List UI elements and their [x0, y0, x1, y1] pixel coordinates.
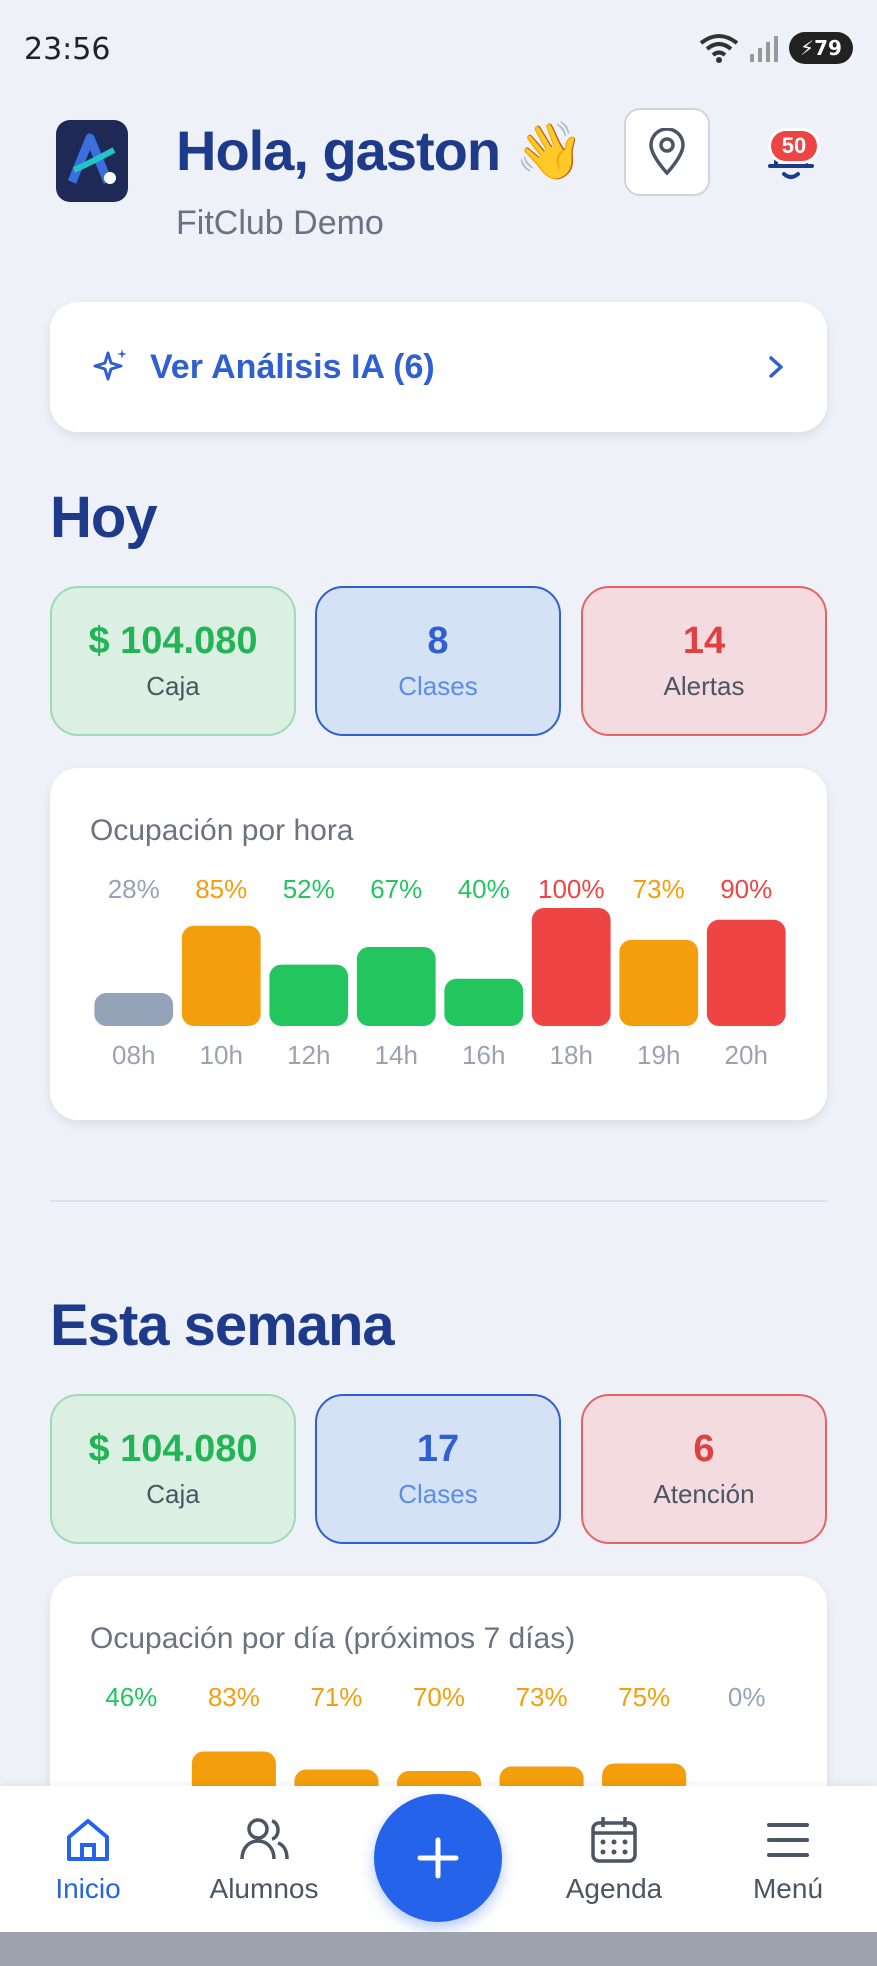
location-pin-icon: [649, 128, 685, 176]
value-label: 67%: [370, 874, 422, 904]
hourly-occupancy-chart: 28% 08h 85% 10h 52% 12h 67% 14h 40% 16h 100% 18h 73%…: [94, 874, 786, 1070]
greeting: Hola, gaston 👋: [176, 118, 585, 184]
category-label: 18h: [550, 1040, 593, 1070]
bar-20h: [706, 919, 786, 1026]
category-label: 10h: [200, 1040, 243, 1070]
today-cash-value: $ 104.080: [88, 620, 258, 662]
category-label: 16h: [462, 1040, 505, 1070]
week-attention-value: 6: [693, 1428, 715, 1470]
value-label: 100%: [538, 874, 605, 904]
category-label: 14h: [375, 1040, 418, 1070]
today-cash-label: Caja: [146, 671, 200, 701]
status-bar: 23:56 ⚡ 79: [0, 0, 877, 100]
value-label: 83%: [208, 1682, 260, 1712]
bar-18h: [531, 908, 611, 1026]
nav-alumnos-label: Alumnos: [209, 1873, 319, 1904]
today-alerts-card[interactable]: 14 Alertas: [581, 586, 827, 736]
week-classes-card[interactable]: 17 Clases: [315, 1394, 561, 1544]
today-classes-label: Clases: [398, 671, 478, 701]
today-cash-card[interactable]: $ 104.080 Caja: [50, 586, 296, 736]
today-alerts-value: 14: [682, 620, 726, 662]
home-icon: [67, 1819, 109, 1861]
wifi-icon: [699, 34, 739, 63]
value-label: 46%: [105, 1682, 157, 1712]
value-label: 70%: [413, 1682, 465, 1712]
value-label: 71%: [310, 1682, 362, 1712]
bar-08h: [94, 992, 174, 1026]
bar-12h: [269, 964, 349, 1026]
week-cash-label: Caja: [146, 1479, 200, 1509]
status-icons: ⚡ 79: [699, 32, 853, 64]
signal-icon: [750, 36, 778, 62]
ai-analysis-label: Ver Análisis IA (6): [150, 347, 435, 386]
section-title-week: Esta semana: [50, 1293, 395, 1358]
nav-menu[interactable]: Menú: [718, 1786, 858, 1932]
value-label: 28%: [108, 874, 160, 904]
week-classes-label: Clases: [398, 1479, 478, 1509]
bar-10h: [181, 925, 261, 1026]
battery-level: 79: [814, 36, 842, 60]
nav-agenda-label: Agenda: [565, 1873, 663, 1904]
bar-16h: [444, 978, 524, 1026]
app-logo[interactable]: [56, 120, 128, 202]
value-label: 73%: [516, 1682, 568, 1712]
week-attention-card[interactable]: 6 Atención: [581, 1394, 827, 1544]
value-label: 0%: [728, 1682, 766, 1712]
value-label: 40%: [458, 874, 510, 904]
battery-indicator: ⚡ 79: [789, 32, 853, 64]
today-classes-card[interactable]: 8 Clases: [315, 586, 561, 736]
plus-icon: [417, 1837, 459, 1879]
bar-19h: [619, 939, 699, 1026]
gym-name: FitClub Demo: [176, 204, 384, 242]
charging-icon: ⚡: [800, 36, 815, 60]
chevron-right-icon: [769, 356, 783, 378]
nav-menu-label: Menú: [752, 1873, 824, 1904]
section-divider: [50, 1200, 827, 1202]
ai-analysis-button[interactable]: Ver Análisis IA (6): [50, 302, 827, 432]
status-time: 23:56: [24, 32, 111, 67]
week-cash-card[interactable]: $ 104.080 Caja: [50, 1394, 296, 1544]
week-attention-label: Atención: [653, 1479, 755, 1509]
calendar-icon: [591, 1817, 637, 1863]
week-classes-value: 17: [416, 1428, 460, 1470]
hourly-occupancy-card: Ocupación por hora 28% 08h 85% 10h 52% 12h 67%…: [50, 768, 827, 1120]
nav-alumnos[interactable]: Alumnos: [194, 1786, 334, 1932]
menu-icon: [767, 1823, 809, 1857]
nav-inicio[interactable]: Inicio: [18, 1786, 158, 1932]
nav-inicio-label: Inicio: [55, 1873, 121, 1904]
category-label: 20h: [725, 1040, 768, 1070]
header: Hola, gaston 👋 FitClub Demo 50: [0, 100, 877, 260]
greeting-text: Hola, gaston: [176, 119, 501, 182]
today-alerts-label: Alertas: [663, 671, 745, 701]
nav-agenda[interactable]: Agenda: [544, 1786, 684, 1932]
section-title-today: Hoy: [50, 485, 158, 550]
sparkles-icon: [93, 349, 127, 381]
category-label: 08h: [112, 1040, 155, 1070]
logo-icon: [67, 133, 116, 184]
value-label: 85%: [195, 874, 247, 904]
notifications-badge: 50: [768, 128, 820, 164]
wave-emoji: 👋: [514, 119, 585, 182]
value-label: 73%: [633, 874, 685, 904]
category-label: 12h: [287, 1040, 330, 1070]
today-classes-value: 8: [427, 620, 449, 662]
week-cash-value: $ 104.080: [88, 1428, 258, 1470]
users-icon: [240, 1818, 289, 1860]
value-label: 52%: [283, 874, 335, 904]
location-button[interactable]: [624, 108, 710, 196]
add-button[interactable]: [374, 1794, 502, 1922]
system-nav-bar: [0, 1932, 877, 1966]
value-label: 90%: [720, 874, 772, 904]
bar-14h: [356, 946, 436, 1026]
category-label: 19h: [637, 1040, 680, 1070]
value-label: 75%: [618, 1682, 670, 1712]
